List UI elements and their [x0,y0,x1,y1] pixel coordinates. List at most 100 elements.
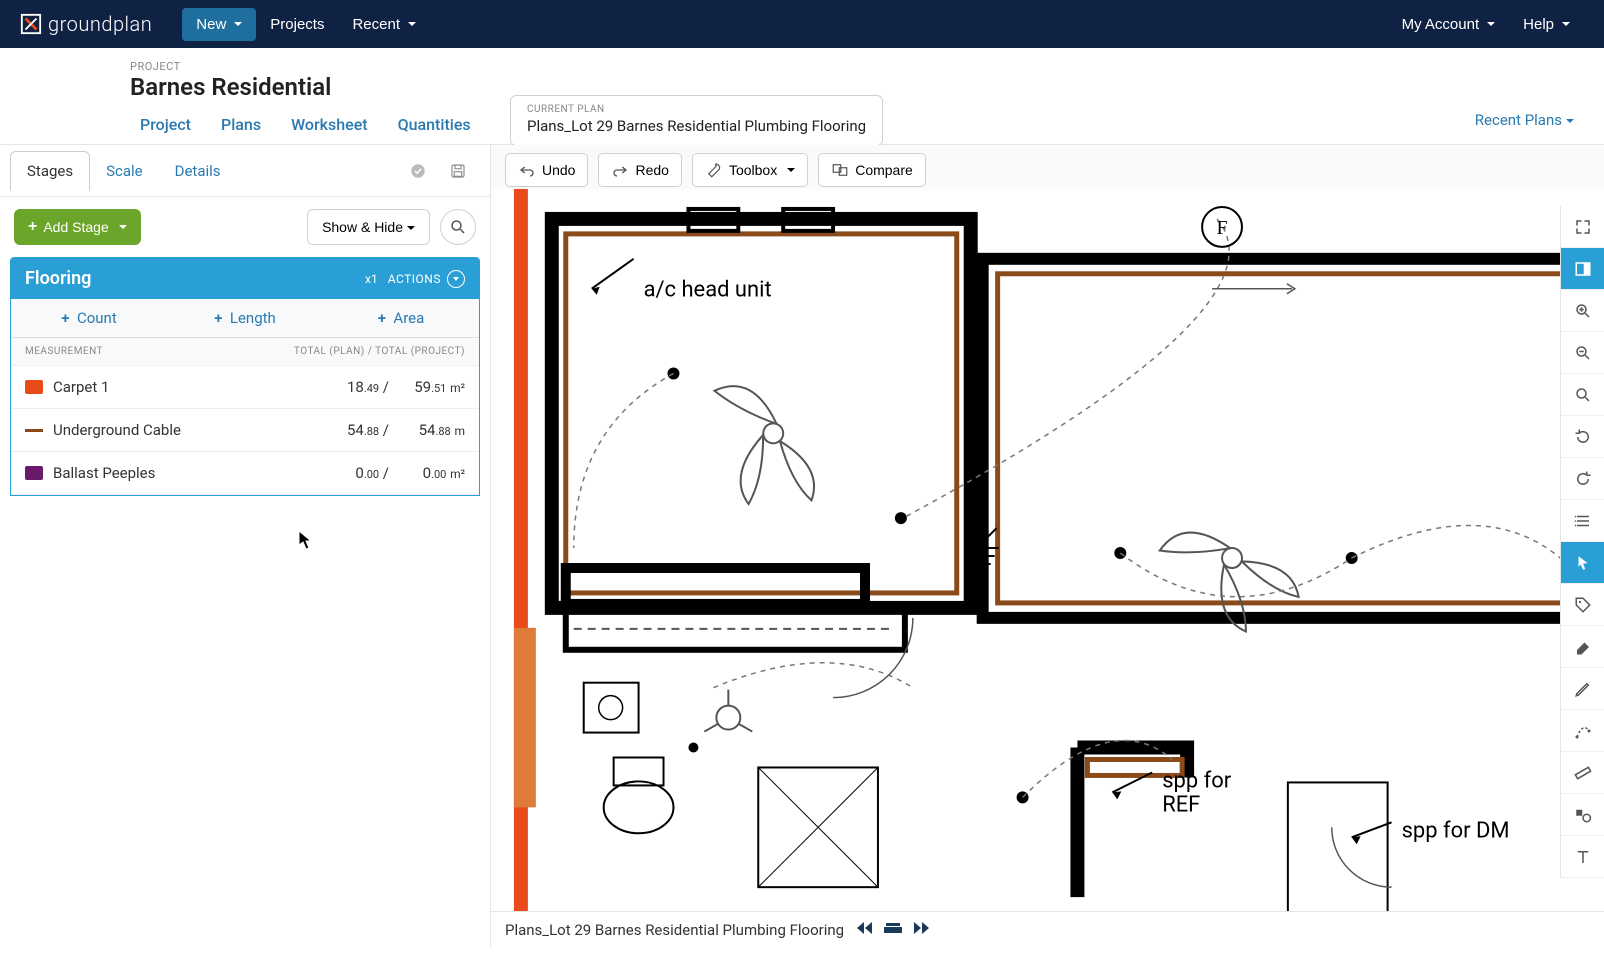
add-length-tab[interactable]: + Length [167,299,323,337]
measurement-swatch [25,466,43,480]
zoom-icon [1574,386,1592,404]
plan-footer: Plans_Lot 29 Barnes Residential Plumbing… [491,911,1604,947]
right-toolbar [1560,206,1604,878]
workspace: Stages Scale Details + Add Stage Show & … [0,145,1604,947]
recent-link[interactable]: Recent [338,8,430,41]
measurement-values: 54.88 /54.88 m [319,421,465,439]
rotate-cw-button[interactable] [1561,458,1604,500]
undo-button[interactable]: Undo [505,153,588,187]
zoom-in-icon [1574,302,1592,320]
tag-tool-button[interactable] [1561,584,1604,626]
curve-tool-button[interactable] [1561,710,1604,752]
add-stage-button[interactable]: + Add Stage [14,209,141,245]
text-tool-button[interactable] [1561,836,1604,878]
compare-icon [831,161,849,179]
footer-plan-name: Plans_Lot 29 Barnes Residential Plumbing… [505,921,844,939]
check-circle-icon[interactable] [404,157,432,185]
projects-link[interactable]: Projects [256,8,338,41]
measurement-row[interactable]: Ballast Peeples0.00 /0.00 m² [11,452,479,495]
stage-panel: Flooring x1 ACTIONS + Count + Length + A… [10,257,480,496]
panel-toggle-button[interactable] [1561,248,1604,290]
ruler-tool-button[interactable] [1561,752,1604,794]
fullscreen-button[interactable] [1561,206,1604,248]
subnav-plans[interactable]: Plans [221,115,261,134]
shapes-icon [1574,806,1592,824]
subnav-quantities[interactable]: Quantities [398,115,471,134]
wrench-icon [705,161,723,179]
floorplan-drawing: F a/c head unit spp for REF spp for DM [491,189,1604,947]
measurement-name: Carpet 1 [53,378,319,396]
next-plan-button[interactable] [912,921,930,939]
measurement-name: Underground Cable [53,421,319,439]
measurement-header: MEASUREMENT TOTAL (PLAN) / TOTAL (PROJEC… [11,338,479,366]
canvas-area: Undo Redo Toolbox Compare [490,145,1604,947]
stage-actions-dropdown[interactable]: ACTIONS [388,270,465,288]
top-navbar: groundplan New Projects Recent My Accoun… [0,0,1604,48]
tab-stages[interactable]: Stages [10,151,90,191]
current-plan-box[interactable]: CURRENT PLAN Plans_Lot 29 Barnes Residen… [510,95,883,146]
svg-text:REF: REF [1162,792,1200,817]
curve-icon [1574,722,1592,740]
sidebar-icon [1574,260,1592,278]
undo-icon [518,161,536,179]
pencil-tool-button[interactable] [1561,668,1604,710]
measurement-header-right: TOTAL (PLAN) / TOTAL (PROJECT) [294,346,465,357]
ruler-icon [1574,764,1592,782]
measurement-swatch [25,429,43,432]
shape-tool-button[interactable] [1561,794,1604,836]
tab-details[interactable]: Details [159,152,237,190]
zoom-out-icon [1574,344,1592,362]
pencil-icon [1574,680,1592,698]
svg-text:spp for: spp for [1162,768,1232,793]
tab-scale[interactable]: Scale [90,152,159,190]
plan-viewport[interactable]: F a/c head unit spp for REF spp for DM [491,189,1604,947]
list-button[interactable] [1561,500,1604,542]
brand-name: groundplan [48,12,152,36]
measurement-values: 0.00 /0.00 m² [319,464,465,482]
search-button[interactable] [440,209,476,245]
select-tool-button[interactable] [1561,542,1604,584]
brand-logo[interactable]: groundplan [20,12,152,36]
current-plan-label: CURRENT PLAN [527,104,866,115]
save-icon[interactable] [444,157,472,185]
stage-header[interactable]: Flooring x1 ACTIONS [11,258,479,299]
compare-button[interactable]: Compare [818,153,926,187]
left-panel: Stages Scale Details + Add Stage Show & … [0,145,490,947]
measurement-name: Ballast Peeples [53,464,319,482]
measurement-row[interactable]: Carpet 118.49 /59.51 m² [11,366,479,409]
eraser-icon [1574,638,1592,656]
left-tabs: Stages Scale Details [0,145,490,197]
redo-button[interactable]: Redo [598,153,681,187]
plan-thumbnails-button[interactable] [882,921,904,939]
toolbox-button[interactable]: Toolbox [692,153,808,187]
zoom-in-button[interactable] [1561,290,1604,332]
svg-text:a/c head unit: a/c head unit [644,278,772,303]
zoom-fit-button[interactable] [1561,374,1604,416]
stage-multiplier: x1 [365,272,378,286]
recent-plans-dropdown[interactable]: Recent Plans [1475,111,1574,129]
add-stage-label: Add Stage [43,219,108,235]
my-account-link[interactable]: My Account [1388,8,1510,41]
rewind-icon [856,921,874,935]
zoom-out-button[interactable] [1561,332,1604,374]
new-button[interactable]: New [182,8,256,41]
eraser-tool-button[interactable] [1561,626,1604,668]
project-subnav: Project Plans Worksheet Quantities CURRE… [0,101,1604,145]
add-count-tab[interactable]: + Count [11,299,167,337]
rotate-ccw-button[interactable] [1561,416,1604,458]
measurement-values: 18.49 /59.51 m² [319,378,465,396]
tag-icon [1574,596,1592,614]
measurement-row[interactable]: Underground Cable54.88 /54.88 m [11,409,479,452]
subnav-worksheet[interactable]: Worksheet [291,115,368,134]
help-link[interactable]: Help [1509,8,1584,41]
measurement-type-tabs: + Count + Length + Area [11,299,479,338]
subnav-project[interactable]: Project [140,115,191,134]
show-hide-button[interactable]: Show & Hide [307,209,430,245]
rotate-cw-icon [1574,470,1592,488]
stage-actions-label: ACTIONS [388,272,441,286]
add-area-tab[interactable]: + Area [323,299,479,337]
current-plan-name: Plans_Lot 29 Barnes Residential Plumbing… [527,117,866,135]
stage-controls: + Add Stage Show & Hide [0,197,490,257]
prev-plan-button[interactable] [856,921,874,939]
measurement-swatch [25,380,43,394]
